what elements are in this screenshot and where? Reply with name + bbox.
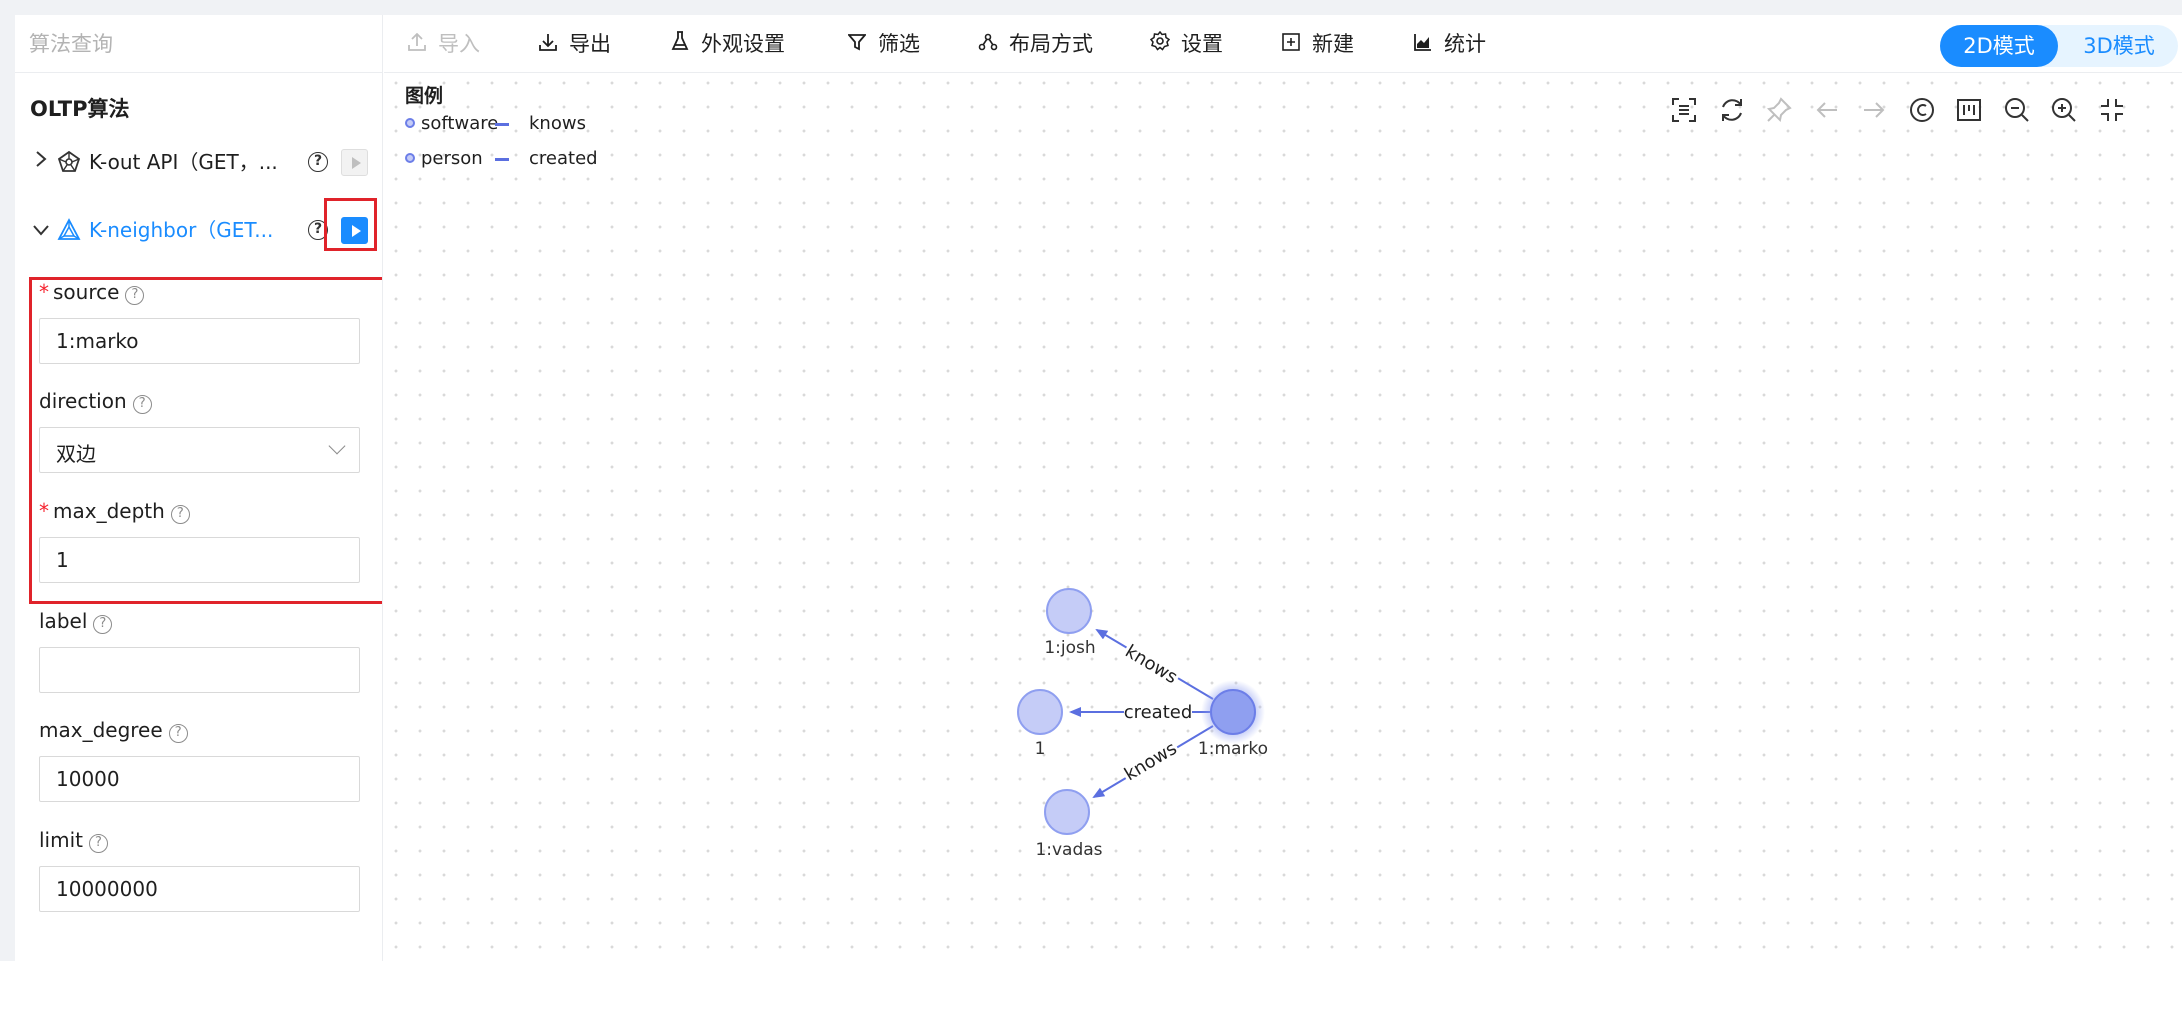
edge-label: knows <box>1121 641 1181 688</box>
kout-icon <box>57 150 83 174</box>
vertex-dot-icon <box>405 153 415 163</box>
refresh-icon[interactable] <box>1715 93 1749 127</box>
graph-canvas-area: created knows knows 1:marko 1:josh 1 1:v… <box>384 15 2182 961</box>
upload-icon <box>406 28 428 60</box>
limit-label: limit? <box>39 828 108 853</box>
help-icon[interactable]: ? <box>89 834 108 853</box>
zoom-in-icon[interactable] <box>2047 93 2081 127</box>
legend-edge-knows: knows <box>529 113 586 134</box>
undo-icon[interactable] <box>1810 93 1844 127</box>
flask-icon <box>669 28 691 60</box>
node-label: 1 <box>1035 739 1046 759</box>
help-icon[interactable]: ? <box>308 152 328 172</box>
legend-edge-created: created <box>529 148 598 169</box>
algorithm-search-input[interactable] <box>29 29 359 59</box>
frame-left <box>0 0 15 961</box>
vertex-dot-icon <box>405 118 415 128</box>
node-label: 1:marko <box>1198 739 1268 759</box>
new-button[interactable]: 新建 <box>1280 28 1354 60</box>
label-input[interactable] <box>39 647 360 693</box>
zoom-out-icon[interactable] <box>2000 93 2034 127</box>
section-heading: OLTP算法 <box>30 97 130 121</box>
main-toolbar: 导入 导出 外观设置 筛选 布局方式 设置 新建 统计 2D模式 3D模式 <box>384 15 2182 73</box>
node-label: 1:josh <box>1044 638 1095 658</box>
highlight-required-fields <box>29 277 382 604</box>
algorithm-search-bar <box>15 15 382 73</box>
edge-line-icon <box>495 158 509 161</box>
edge-label: created <box>1124 702 1193 723</box>
graph-node-vadas[interactable] <box>1044 789 1090 835</box>
highlight-run-button <box>324 198 377 251</box>
limit-input[interactable] <box>39 866 360 912</box>
layout-button[interactable]: 布局方式 <box>977 28 1093 60</box>
graph-node-marko[interactable] <box>1210 689 1256 735</box>
graph-view[interactable]: created knows knows 1:marko 1:josh 1 1:v… <box>384 15 2182 961</box>
mode-2d-button[interactable]: 2D模式 <box>1940 25 2058 67</box>
help-icon[interactable]: ? <box>93 615 113 634</box>
algorithm-sidebar: OLTP算法 K-out API（GET，... ? K-neighbor（GE… <box>15 15 383 961</box>
layout-icon <box>977 28 999 60</box>
algorithm-label-kneighbor: K-neighbor（GET... <box>89 218 274 242</box>
settings-button[interactable]: 设置 <box>1149 28 1223 60</box>
fullscreen-exit-icon[interactable] <box>2095 93 2129 127</box>
algorithm-item-kout[interactable]: K-out API（GET，... ? <box>15 140 382 184</box>
gear-icon <box>1149 28 1171 60</box>
app-root: OLTP算法 K-out API（GET，... ? K-neighbor（GE… <box>0 0 2182 1035</box>
export-button[interactable]: 导出 <box>537 28 611 60</box>
edge-line-icon <box>495 123 509 126</box>
max-degree-label: max_degree? <box>39 718 188 743</box>
chart-icon <box>1412 28 1434 60</box>
statistics-button[interactable]: 统计 <box>1412 28 1486 60</box>
plus-square-icon <box>1280 28 1302 60</box>
run-kout-button[interactable] <box>341 149 368 176</box>
play-icon <box>352 157 361 169</box>
appearance-button[interactable]: 外观设置 <box>669 28 785 60</box>
chevron-right-icon[interactable] <box>29 148 53 176</box>
legend-vertex-person: person <box>405 148 483 169</box>
import-button[interactable]: 导入 <box>406 28 480 60</box>
frame-top <box>0 0 2182 15</box>
pin-icon[interactable] <box>1762 93 1796 127</box>
view-mode-toggle: 2D模式 3D模式 <box>1940 25 2178 67</box>
download-icon <box>537 28 559 60</box>
edge-label: knows <box>1121 738 1181 785</box>
graph-node-1[interactable] <box>1017 689 1063 735</box>
copyright-icon[interactable] <box>1905 93 1939 127</box>
legend-title: 图例 <box>405 85 444 107</box>
node-label: 1:vadas <box>1035 840 1102 860</box>
max-degree-input[interactable] <box>39 756 360 802</box>
mode-3d-button[interactable]: 3D模式 <box>2060 25 2178 67</box>
help-icon[interactable]: ? <box>168 724 188 743</box>
fit-view-icon[interactable] <box>1667 93 1701 127</box>
graph-node-josh[interactable] <box>1046 588 1092 634</box>
algorithm-label-kout: K-out API（GET，... <box>89 150 278 174</box>
label-label: label? <box>39 609 113 634</box>
filter-button[interactable]: 筛选 <box>846 28 920 60</box>
filter-icon <box>846 28 868 60</box>
legend-vertex-software: software <box>405 113 498 134</box>
redo-icon[interactable] <box>1857 93 1891 127</box>
chevron-down-icon[interactable] <box>29 216 53 244</box>
kneighbor-icon <box>57 218 83 242</box>
ruler-icon[interactable] <box>1952 93 1986 127</box>
